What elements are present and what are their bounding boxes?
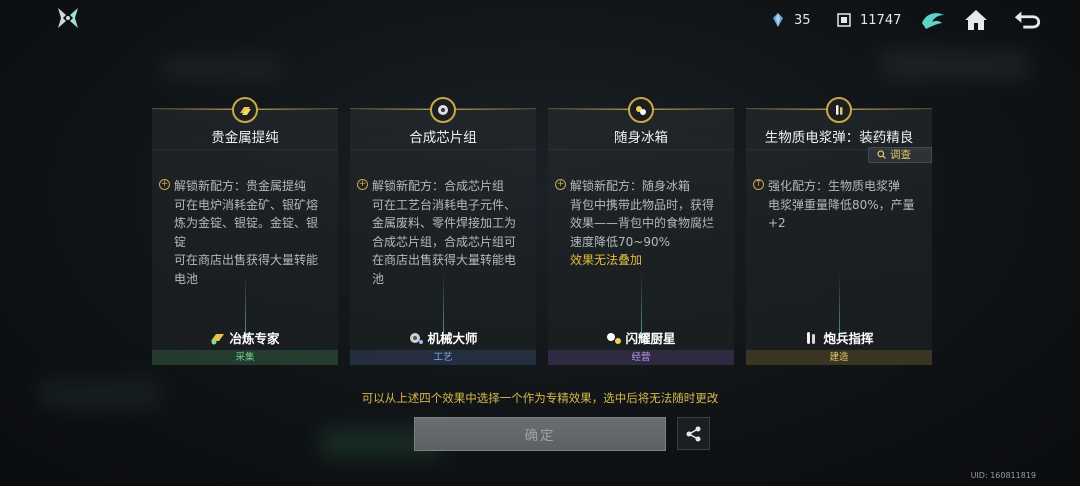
specialization-card-portable-fridge[interactable]: 随身冰箱 + 解锁新配方：随身冰箱 背包中携带此物品时，获得 效果——背包中的食… [548,97,734,365]
desc-line: 可在工艺台消耗电子元件、 [372,197,517,212]
selection-hint: 可以从上述四个效果中选择一个作为专精效果，选中后将无法随时更改 [361,391,719,405]
crystal-resource: 35 [770,10,811,30]
specialization-card-plasma-ammo[interactable]: 生物质电浆弹：装药精良 调查 ↑ 强化配方：生物质电浆弹 电浆弹重量降低80%，… [746,97,932,365]
card-title: 合成芯片组 [409,130,477,146]
fridge-icon [628,97,654,123]
profession-name: 闪耀厨星 [625,331,676,346]
plus-icon: + [159,179,170,190]
wing-emblem-icon [922,13,944,29]
card-title: 随身冰箱 [614,130,668,146]
gold-bars-icon [232,97,258,123]
desc-line: 强化配方：生物质电浆弹 [768,179,901,193]
chef-icon [606,331,622,345]
card-title: 贵金属提纯 [211,130,279,146]
desc-line: +2 [768,216,786,230]
smelting-icon [210,331,226,345]
user-id: UID: 160811819 [970,471,1036,480]
title-divider [746,149,932,150]
background-blur [880,50,1030,80]
home-icon [965,10,987,30]
chip-currency-resource: 11747 [836,10,901,30]
desc-line: 池 [372,271,385,286]
profession-name: 炮兵指挥 [823,331,874,346]
desc-line: 电池 [174,271,199,286]
game-logo-icon[interactable] [56,6,80,30]
wing-emblem-button[interactable] [918,6,948,34]
upgrade-icon: ↑ [753,179,764,190]
card-description: 解锁新配方：合成芯片组 可在工艺台消耗电子元件、 金属废料、零件焊接加工为 合成… [372,177,524,288]
desc-line: 在商店出售获得大量转能电 [372,253,517,267]
profession-label: 机械大师 [350,328,536,347]
artillery-icon [804,331,820,345]
title-divider [152,149,338,150]
confirm-button[interactable]: 确定 [414,417,666,451]
desc-line: 速度降低70~90% [570,234,670,249]
crystal-icon [770,12,786,28]
desc-line: 合成芯片组，合成芯片组可 [372,234,517,249]
back-icon [1014,11,1041,29]
desc-line: 电浆弹重量降低80%，产量 [768,197,915,212]
desc-highlight: 效果无法叠加 [570,253,643,267]
desc-line: 解锁新配方：合成芯片组 [372,179,505,193]
profession-label: 闪耀厨星 [548,328,734,347]
card-description: 解锁新配方：贵金属提纯 可在电炉消耗金矿、银矿熔 炼为金锭、银锭。金锭、银锭 可… [174,177,326,288]
plus-icon: + [555,179,566,190]
top-bar: 35 11747 [0,0,1080,40]
chip-set-icon [430,97,456,123]
desc-line: 炼为金锭、银锭。金锭、银锭 [174,216,319,249]
chip-currency-count: 11747 [860,12,902,28]
desc-line: 可在电炉消耗金矿、银矿熔 [174,197,319,212]
investigate-label: 调查 [890,149,911,161]
back-button[interactable] [1012,6,1042,34]
chip-currency-icon [836,12,852,28]
search-icon [877,150,886,159]
specialization-card-precious-metal[interactable]: 贵金属提纯 + 解锁新配方：贵金属提纯 可在电炉消耗金矿、银矿熔 炼为金锭、银锭… [152,97,338,365]
card-title: 生物质电浆弹：装药精良 [764,130,914,146]
profession-name: 冶炼专家 [229,331,280,346]
category-tag: 采集 [152,350,338,365]
share-button[interactable] [677,417,710,450]
share-icon [686,426,700,441]
specialization-card-chip-set[interactable]: 合成芯片组 + 解锁新配方：合成芯片组 可在工艺台消耗电子元件、 金属废料、零件… [350,97,536,365]
desc-line: 金属废料、零件焊接加工为 [372,216,517,230]
profession-label: 炮兵指挥 [746,328,932,347]
home-button[interactable] [961,6,991,34]
title-divider [350,149,536,150]
profession-name: 机械大师 [427,331,478,346]
card-description: 强化配方：生物质电浆弹 电浆弹重量降低80%，产量 +2 [768,177,920,233]
desc-line: 背包中携带此物品时，获得 [570,197,715,212]
desc-line: 效果——背包中的食物腐烂 [570,216,715,230]
category-tag: 经营 [548,350,734,365]
category-tag: 建造 [746,350,932,365]
card-description: 解锁新配方：随身冰箱 背包中携带此物品时，获得 效果——背包中的食物腐烂 速度降… [570,177,722,270]
profession-label: 冶炼专家 [152,328,338,347]
title-divider [548,149,734,150]
plus-icon: + [357,179,368,190]
background-blur [160,58,280,78]
category-tag: 工艺 [350,350,536,365]
desc-line: 可在商店出售获得大量转能 [174,253,319,267]
desc-line: 解锁新配方：贵金属提纯 [174,179,307,193]
gear-icon [408,331,424,345]
ammo-icon [826,97,852,123]
desc-line: 解锁新配方：随身冰箱 [570,179,691,193]
crystal-count: 35 [794,12,811,28]
